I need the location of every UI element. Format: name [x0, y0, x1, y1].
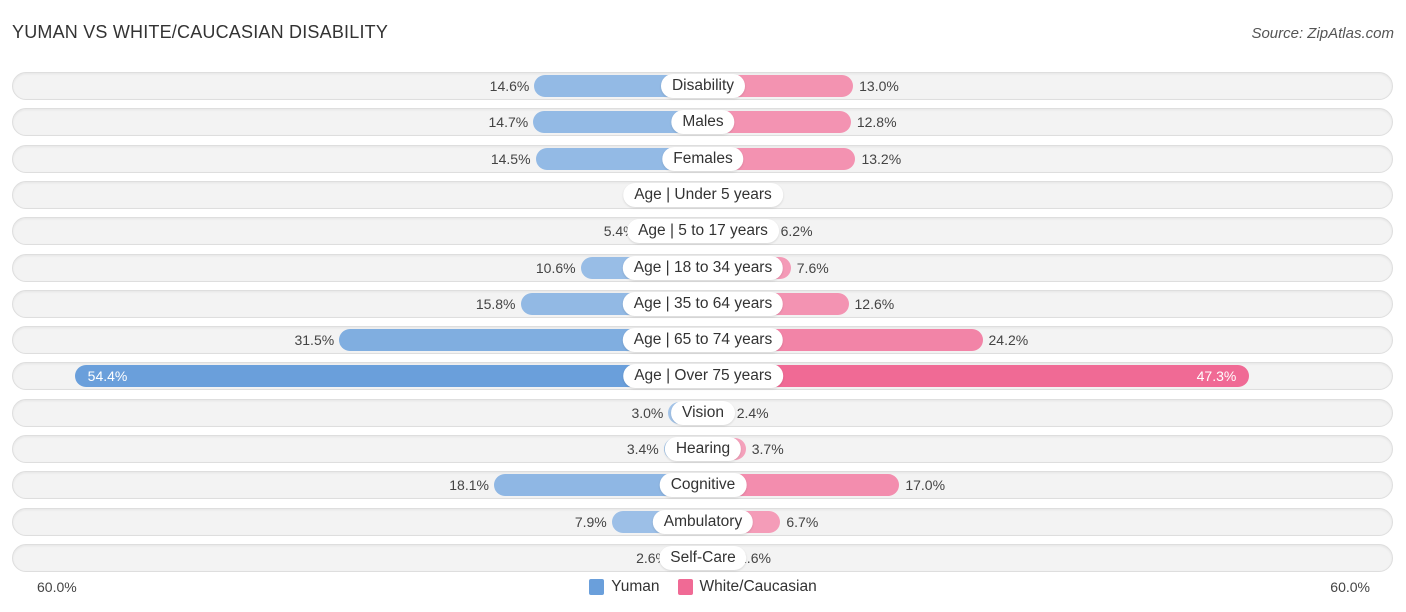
value-label-yuman-hearing: 3.4% — [626, 441, 659, 457]
value-label-yuman-age-over-75-years: 54.4% — [87, 368, 128, 385]
bar-yuman-age-over-75-years — [74, 365, 703, 388]
value-label-white-caucasian-hearing: 3.7% — [751, 441, 784, 457]
category-label-males: Males — [671, 110, 735, 135]
value-label-white-caucasian-disability: 13.0% — [859, 78, 899, 94]
legend-swatch-yuman — [589, 579, 605, 595]
category-label-disability: Disability — [660, 74, 746, 98]
legend-swatch-white-caucasian — [677, 579, 693, 595]
value-label-white-caucasian-ambulatory: 6.7% — [786, 513, 819, 530]
value-label-yuman-ambulatory: 7.9% — [574, 513, 607, 530]
value-label-yuman-females: 14.5% — [490, 150, 531, 167]
legend-label-white-caucasian: White/Caucasian — [699, 578, 817, 595]
value-label-yuman-vision: 3.0% — [631, 404, 664, 421]
value-label-yuman-age-65-to-74-years: 31.5% — [294, 332, 335, 349]
category-label-age-65-to-74-years: Age | 65 to 74 years — [622, 328, 784, 353]
value-label-white-caucasian-cognitive: 17.0% — [905, 477, 946, 494]
value-label-white-caucasian-age-65-to-74-years: 24.2% — [988, 332, 1029, 349]
diverging-bar-chart: 14.6% 13.0% Disability 14.7% 12.8% Males 14.5%… — [0, 0, 1406, 612]
category-label-age-over-75-years: Age | Over 75 years — [623, 364, 783, 389]
legend: Yuman White/Caucasian — [0, 578, 1406, 596]
category-label-self-care: Self-Care — [659, 545, 747, 570]
value-label-white-caucasian-age-over-75-years: 47.3% — [1196, 368, 1237, 385]
legend-item-yuman: Yuman — [589, 578, 660, 596]
value-label-yuman-age-18-to-34-years: 10.6% — [535, 259, 576, 276]
bar-white-caucasian-age-over-75-years — [703, 365, 1250, 388]
value-label-yuman-males: 14.7% — [488, 114, 529, 131]
value-label-white-caucasian-age-35-to-64-years: 12.6% — [854, 295, 895, 312]
category-label-ambulatory: Ambulatory — [652, 509, 754, 534]
value-label-white-caucasian-vision: 2.4% — [736, 404, 769, 421]
value-label-yuman-disability: 14.6% — [489, 78, 530, 94]
category-label-cognitive: Cognitive — [659, 473, 747, 498]
legend-label-yuman: Yuman — [611, 578, 660, 595]
value-label-white-caucasian-age-5-to-17-years: 6.2% — [780, 223, 813, 240]
value-label-white-caucasian-males: 12.8% — [856, 114, 897, 131]
category-label-age-under-5-years: Age | Under 5 years — [623, 182, 783, 207]
value-label-white-caucasian-females: 13.2% — [861, 150, 902, 167]
category-label-age-35-to-64-years: Age | 35 to 64 years — [622, 291, 784, 316]
category-label-age-5-to-17-years: Age | 5 to 17 years — [627, 219, 779, 244]
value-label-yuman-cognitive: 18.1% — [449, 477, 489, 494]
value-label-white-caucasian-age-18-to-34-years: 7.6% — [796, 259, 829, 276]
legend-item-white-caucasian: White/Caucasian — [677, 578, 817, 596]
category-label-hearing: Hearing — [664, 437, 742, 461]
category-label-vision: Vision — [671, 400, 735, 425]
category-label-females: Females — [662, 146, 744, 171]
category-label-age-18-to-34-years: Age | 18 to 34 years — [622, 255, 784, 280]
value-label-yuman-age-35-to-64-years: 15.8% — [475, 295, 516, 312]
